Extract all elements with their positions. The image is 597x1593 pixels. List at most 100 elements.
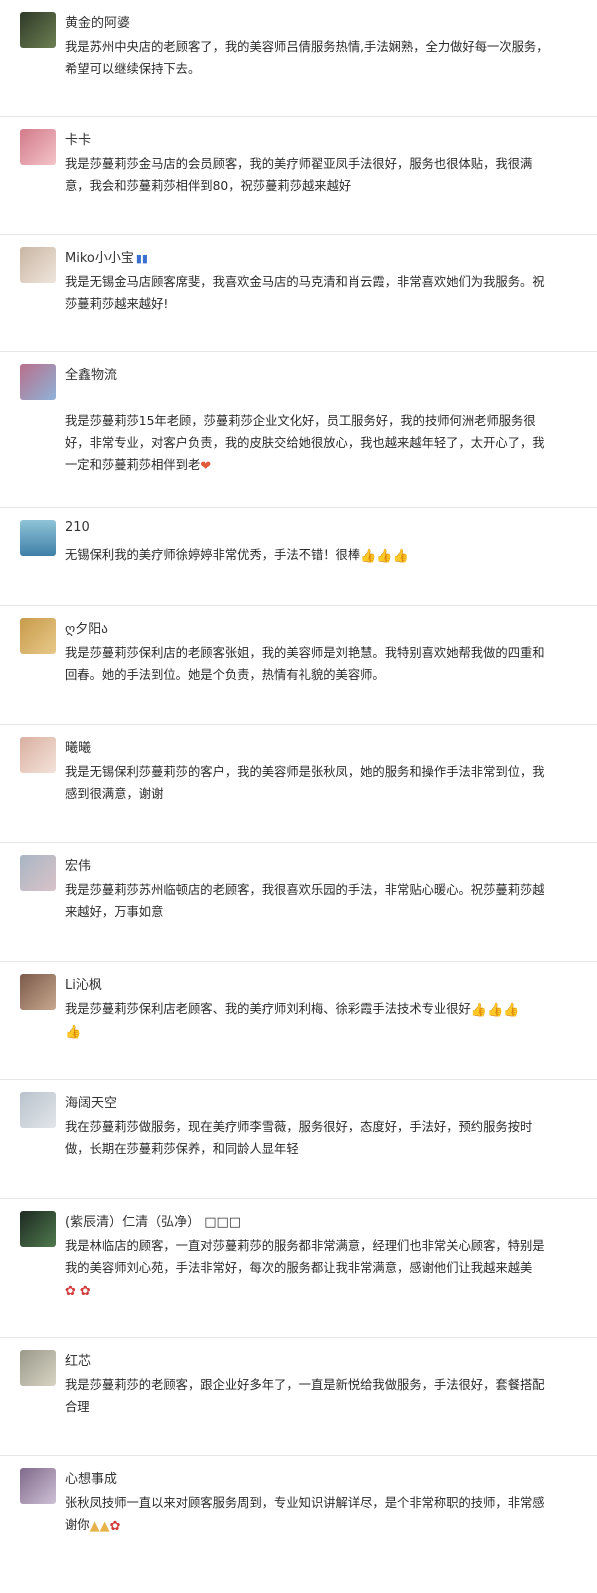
comment-line: 感到很满意，谢谢 (65, 787, 164, 801)
commenter-name[interactable]: ღ夕阳ა (65, 618, 108, 637)
comment-line: 一定和莎蔓莉莎相伴到老❤ (65, 454, 557, 476)
comment-text: 我是莎蔓莉莎金马店的会员顾客，我的美疗师翟亚凤手法很好，服务也很体贴，我很满 意… (65, 153, 557, 197)
comment-line: 我是莎蔓莉莎金马店的会员顾客，我的美疗师翟亚凤手法很好，服务也很体贴，我很满 (65, 157, 533, 171)
avatar[interactable] (20, 974, 56, 1010)
comment-item: Li沁枫 我是莎蔓莉莎保利店老顾客、我的美疗师刘利梅、徐彩霞手法技术专业很好👍👍… (0, 962, 597, 1080)
comment-text: 我是无锡保利莎蔓莉莎的客户，我的美容师是张秋凤，她的服务和操作手法非常到位，我 … (65, 761, 557, 805)
comment-item: 心想事成 张秋凤技师一直以来对顾客服务周到，专业知识讲解详尽，是个非常称职的技师… (0, 1456, 597, 1593)
comment-item: 全鑫物流 我是莎蔓莉莎15年老顾，莎蔓莉莎企业文化好，员工服务好，我的技师何洲老… (0, 352, 597, 508)
avatar[interactable] (20, 618, 56, 654)
praying-hands-icon: ▲ (99, 1519, 110, 1534)
level-badge-icon: ▮▮ (135, 252, 148, 265)
thumbs-up-icon: 👍 (503, 1003, 520, 1018)
avatar[interactable] (20, 737, 56, 773)
comment-line: 做，长期在莎蔓莉莎保养，和同龄人显年轻 (65, 1142, 299, 1156)
commenter-name[interactable]: 心想事成 (65, 1468, 117, 1487)
commenter-name-text: Miko小小宝 (65, 251, 134, 266)
comment-text: 无锡保利我的美疗师徐婷婷非常优秀，手法不错！很棒👍👍👍 (65, 544, 557, 566)
comment-line: 好，非常专业，对客户负责，我的皮肤交给她很放心，我也越来越年轻了，太开心了，我 (65, 436, 545, 450)
comment-line: 回春。她的手法到位。她是个负责，热情有礼貌的美容师。 (65, 668, 385, 682)
thumbs-up-icon: 👍 (392, 549, 409, 564)
commenter-name[interactable]: 海阔天空 (65, 1092, 117, 1111)
comment-text: 我是莎蔓莉莎保利店老顾客、我的美疗师刘利梅、徐彩霞手法技术专业很好👍👍👍 👍 (65, 998, 557, 1042)
comment-item: 黄金的阿婆 我是苏州中央店的老顾客了，我的美容师吕倩服务热情,手法娴熟，全力做好… (0, 0, 597, 117)
commenter-name[interactable]: (紫辰清）仁清（弘净） □□□ (65, 1211, 241, 1230)
comment-text: 我是莎蔓莉莎的老顾客，跟企业好多年了，一直是新悦给我做服务，手法很好，套餐搭配 … (65, 1374, 557, 1418)
comment-line: 我是无锡保利莎蔓莉莎的客户，我的美容师是张秋凤，她的服务和操作手法非常到位，我 (65, 765, 545, 779)
commenter-name[interactable]: 黄金的阿婆 (65, 12, 130, 31)
comment-line-text: 无锡保利我的美疗师徐婷婷非常优秀，手法不错！很棒 (65, 548, 361, 562)
comment-text: 我是莎蔓莉莎保利店的老顾客张姐，我的美容师是刘艳慧。我特别喜欢她帮我做的四重和 … (65, 642, 557, 686)
avatar[interactable] (20, 855, 56, 891)
comment-text: 我是莎蔓莉莎苏州临顿店的老顾客，我很喜欢乐园的手法，非常贴心暖心。祝莎蔓莉莎越 … (65, 879, 557, 923)
comment-line: 我是林临店的顾客，一直对莎蔓莉莎的服务都非常满意，经理们也非常关心顾客，特别是 (65, 1239, 545, 1253)
comment-text: 张秋凤技师一直以来对顾客服务周到，专业知识讲解详尽，是个非常称职的技师，非常感 … (65, 1492, 557, 1536)
comment-line: 莎蔓莉莎越来越好! (65, 297, 169, 311)
comment-item: 红芯 我是莎蔓莉莎的老顾客，跟企业好多年了，一直是新悦给我做服务，手法很好，套餐… (0, 1338, 597, 1456)
thumbs-up-icon: 👍 (376, 549, 393, 564)
comment-line: 合理 (65, 1400, 90, 1414)
rose-icon: ✿ (79, 1284, 91, 1299)
avatar[interactable] (20, 129, 56, 165)
commenter-name[interactable]: 卡卡 (65, 129, 91, 148)
comment-line: 谢你▲▲✿ (65, 1514, 557, 1536)
comment-line: 我是莎蔓莉莎15年老顾，莎蔓莉莎企业文化好，员工服务好，我的技师何洲老师服务很 (65, 414, 536, 428)
comment-line-text: 我是莎蔓莉莎保利店老顾客、我的美疗师刘利梅、徐彩霞手法技术专业很好 (65, 1002, 471, 1016)
rose-icon: ✿ (109, 1519, 121, 1534)
avatar[interactable] (20, 364, 56, 400)
comment-text: 我是林临店的顾客，一直对莎蔓莉莎的服务都非常满意，经理们也非常关心顾客，特别是 … (65, 1235, 557, 1301)
thumbs-up-icon: 👍 (470, 1003, 487, 1018)
comment-item: Miko小小宝 ▮▮ 我是无锡金马店顾客席斐，我喜欢金马店的马克清和肖云霞，非常喜… (0, 235, 597, 352)
comment-line-text: 一定和莎蔓莉莎相伴到老 (65, 458, 201, 472)
comment-line: 我是苏州中央店的老顾客了，我的美容师吕倩服务热情,手法娴熟，全力做好每一次服务， (65, 40, 549, 54)
praying-hands-icon: ▲ (89, 1519, 100, 1534)
comment-line: 希望可以继续保持下去。 (65, 62, 201, 76)
commenter-name[interactable]: 全鑫物流 (65, 364, 117, 383)
comment-line: 我是无锡金马店顾客席斐，我喜欢金马店的马克清和肖云霞，非常喜欢她们为我服务。祝 (65, 275, 545, 289)
thumbs-up-icon: 👍 (360, 549, 377, 564)
comment-item: 曦曦 我是无锡保利莎蔓莉莎的客户，我的美容师是张秋凤，她的服务和操作手法非常到位… (0, 725, 597, 843)
avatar[interactable] (20, 1092, 56, 1128)
commenter-name[interactable]: 曦曦 (65, 737, 91, 756)
comment-line: 无锡保利我的美疗师徐婷婷非常优秀，手法不错！很棒👍👍👍 (65, 544, 557, 566)
comment-item: 210 无锡保利我的美疗师徐婷婷非常优秀，手法不错！很棒👍👍👍 (0, 508, 597, 606)
comment-item: ღ夕阳ა 我是莎蔓莉莎保利店的老顾客张姐，我的美容师是刘艳慧。我特别喜欢她帮我做… (0, 606, 597, 725)
thumbs-up-icon: 👍 (487, 1003, 504, 1018)
comment-line (65, 388, 557, 410)
comment-line: 我的美容师刘心苑，手法非常好，每次的服务都让我非常满意，感谢他们让我越来越美 (65, 1261, 533, 1275)
comment-line: 来越好，万事如意 (65, 905, 164, 919)
comment-line: 👍 (65, 1020, 557, 1042)
comment-item: 卡卡 我是莎蔓莉莎金马店的会员顾客，我的美疗师翟亚凤手法很好，服务也很体贴，我很… (0, 117, 597, 235)
comment-text: 我是苏州中央店的老顾客了，我的美容师吕倩服务热情,手法娴熟，全力做好每一次服务，… (65, 36, 557, 80)
commenter-name[interactable]: Miko小小宝 ▮▮ (65, 247, 148, 266)
rose-icon: ✿ (65, 1284, 76, 1299)
avatar[interactable] (20, 520, 56, 556)
commenter-name[interactable]: 红芯 (65, 1350, 91, 1369)
comment-text: 我是莎蔓莉莎15年老顾，莎蔓莉莎企业文化好，员工服务好，我的技师何洲老师服务很 … (65, 388, 557, 476)
commenter-name[interactable]: Li沁枫 (65, 974, 102, 993)
avatar[interactable] (20, 1350, 56, 1386)
commenter-name[interactable]: 宏伟 (65, 855, 91, 874)
comment-line: ✿ ✿ (65, 1279, 557, 1301)
comment-line: 我是莎蔓莉莎保利店的老顾客张姐，我的美容师是刘艳慧。我特别喜欢她帮我做的四重和 (65, 646, 545, 660)
heart-icon: ❤ (200, 459, 212, 474)
comment-line: 意，我会和莎蔓莉莎相伴到80，祝莎蔓莉莎越来越好 (65, 179, 352, 193)
comment-line: 我是莎蔓莉莎保利店老顾客、我的美疗师刘利梅、徐彩霞手法技术专业很好👍👍👍 (65, 998, 557, 1020)
comment-line: 我在莎蔓莉莎做服务，现在美疗师李雪薇，服务很好，态度好，手法好，预约服务按时 (65, 1120, 533, 1134)
comment-text: 我在莎蔓莉莎做服务，现在美疗师李雪薇，服务很好，态度好，手法好，预约服务按时 做… (65, 1116, 557, 1160)
comment-line: 我是莎蔓莉莎苏州临顿店的老顾客，我很喜欢乐园的手法，非常贴心暖心。祝莎蔓莉莎越 (65, 883, 545, 897)
comment-line: 我是莎蔓莉莎的老顾客，跟企业好多年了，一直是新悦给我做服务，手法很好，套餐搭配 (65, 1378, 545, 1392)
thumbs-up-icon: 👍 (65, 1025, 82, 1040)
comment-item: 宏伟 我是莎蔓莉莎苏州临顿店的老顾客，我很喜欢乐园的手法，非常贴心暖心。祝莎蔓莉… (0, 843, 597, 962)
comment-item: (紫辰清）仁清（弘净） □□□ 我是林临店的顾客，一直对莎蔓莉莎的服务都非常满意… (0, 1199, 597, 1338)
avatar[interactable] (20, 247, 56, 283)
avatar[interactable] (20, 12, 56, 48)
avatar[interactable] (20, 1211, 56, 1247)
comment-line-text: 谢你 (65, 1518, 90, 1532)
comment-item: 海阔天空 我在莎蔓莉莎做服务，现在美疗师李雪薇，服务很好，态度好，手法好，预约服… (0, 1080, 597, 1199)
comment-text: 我是无锡金马店顾客席斐，我喜欢金马店的马克清和肖云霞，非常喜欢她们为我服务。祝 … (65, 271, 557, 315)
comment-line: 张秋凤技师一直以来对顾客服务周到，专业知识讲解详尽，是个非常称职的技师，非常感 (65, 1496, 545, 1510)
commenter-name-text: (紫辰清）仁清（弘净） (65, 1215, 201, 1230)
commenter-name[interactable]: 210 (65, 520, 90, 535)
avatar[interactable] (20, 1468, 56, 1504)
